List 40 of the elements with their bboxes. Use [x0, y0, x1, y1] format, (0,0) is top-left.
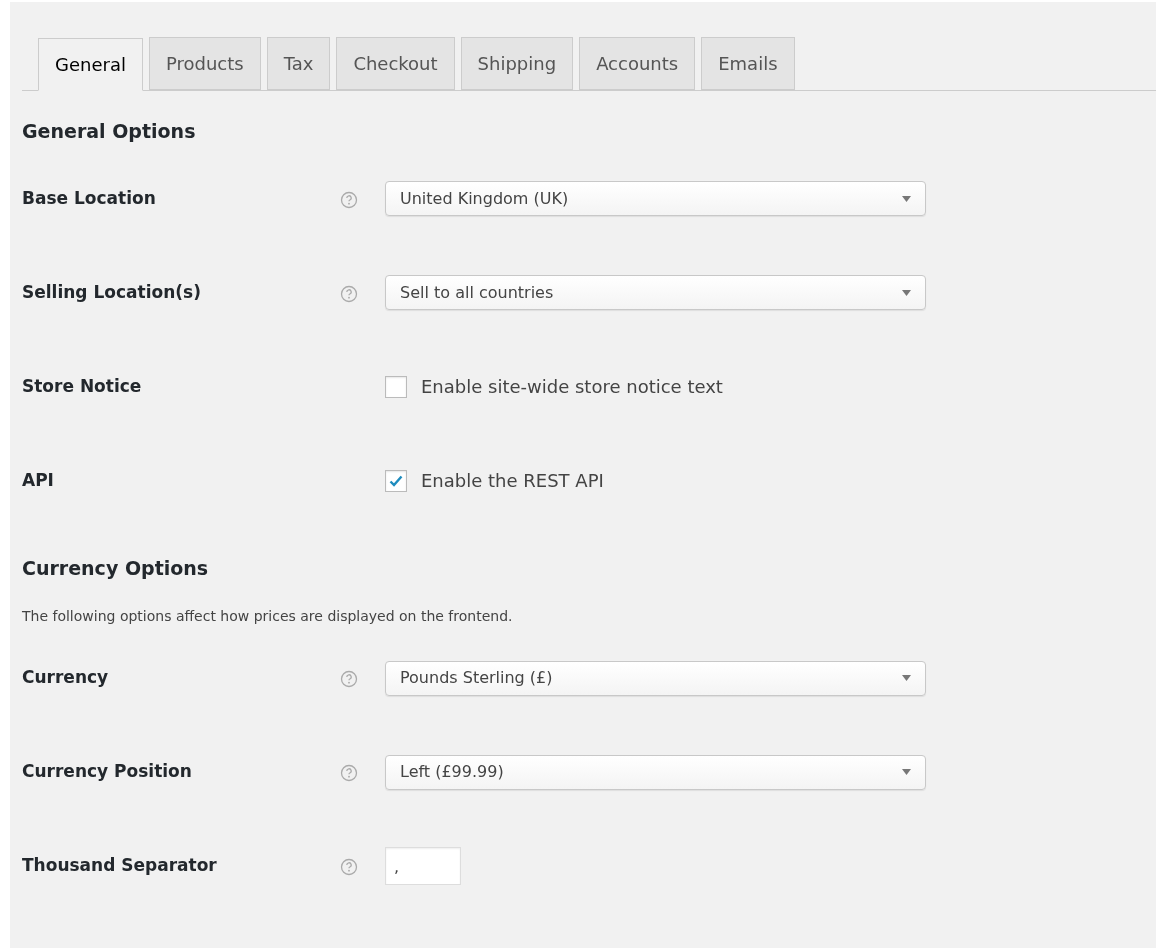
field-label: Currency Position: [22, 760, 193, 784]
field-label: API: [22, 468, 55, 492]
field-label: Store Notice: [22, 374, 143, 398]
field-label: Thousand Separator: [22, 854, 218, 878]
caret-icon: [902, 675, 911, 681]
caret-icon: [902, 289, 911, 296]
checkbox[interactable]: [385, 469, 407, 492]
help-icon[interactable]: [340, 764, 358, 782]
field-label: Base Location: [22, 186, 157, 210]
dropdown[interactable]: Left (£99.99): [385, 754, 926, 790]
checkbox-label: Enable site-wide store notice text: [421, 375, 723, 399]
checkbox-label: Enable the REST API: [421, 469, 604, 493]
section-heading: Currency Options: [22, 555, 210, 581]
section-description: The following options affect how prices are displayed on the frontend.: [22, 607, 514, 626]
field-label: Currency: [22, 666, 110, 690]
help-icon[interactable]: [340, 858, 358, 876]
dropdown[interactable]: United Kingdom (UK): [385, 181, 926, 216]
tab[interactable]: Emails: [701, 37, 795, 90]
checkbox[interactable]: [385, 375, 407, 398]
dropdown[interactable]: Sell to all countries: [385, 275, 926, 310]
tab[interactable]: General: [38, 38, 143, 91]
dropdown[interactable]: Pounds Sterling (£): [385, 660, 926, 696]
help-icon[interactable]: [340, 284, 358, 303]
caret-icon: [902, 195, 911, 202]
dropdown-value: Pounds Sterling (£): [400, 667, 553, 689]
tab[interactable]: Tax: [266, 37, 331, 90]
dropdown-value: Left (£99.99): [400, 761, 504, 783]
dropdown-value: Sell to all countries: [400, 281, 554, 304]
checkmark-icon: [389, 474, 403, 487]
tab[interactable]: Products: [148, 37, 261, 90]
caret-icon: [902, 769, 911, 775]
field-label: Selling Location(s): [22, 280, 202, 304]
tab[interactable]: Checkout: [336, 37, 455, 90]
help-icon[interactable]: [340, 670, 358, 688]
tab[interactable]: Shipping: [460, 37, 574, 90]
help-icon[interactable]: [340, 190, 358, 209]
dropdown-value: United Kingdom (UK): [400, 187, 569, 210]
input-field[interactable]: ,: [385, 847, 461, 885]
section-heading: General Options: [22, 119, 197, 144]
tab[interactable]: Accounts: [579, 37, 696, 90]
